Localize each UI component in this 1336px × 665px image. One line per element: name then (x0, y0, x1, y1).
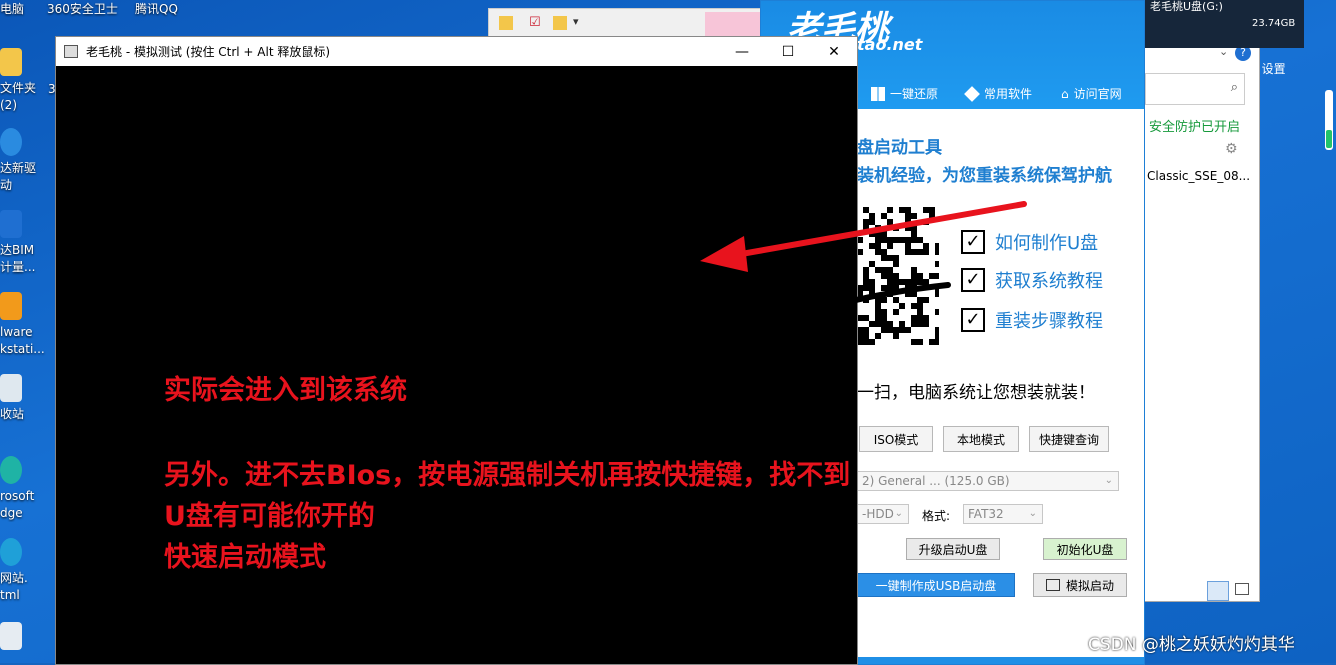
desktop-background: 电脑 360安全卫士 腾讯QQ 文件夹 (2) 360 达新驱 动 达BIM 计… (0, 0, 1336, 665)
csdn-watermark: CSDN @桃之妖妖灼灼其华 (1088, 635, 1295, 655)
annotation-arrow (700, 201, 1027, 303)
